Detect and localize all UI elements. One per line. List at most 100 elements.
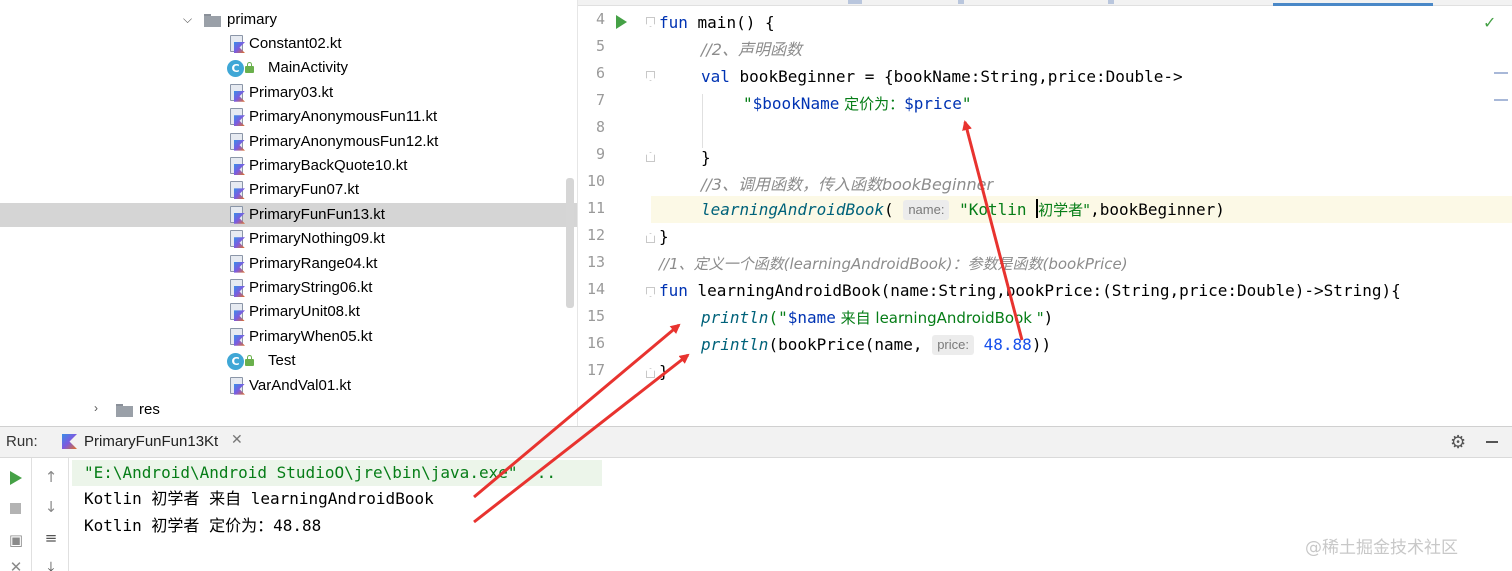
code-line-7[interactable]: "$bookName 定价为：$price" — [743, 90, 972, 117]
editor-gutter[interactable]: 4 5 6 7 8 9 10 11 12 13 14 15 16 17 — [578, 6, 655, 426]
fold-icon[interactable] — [646, 71, 655, 81]
string-literal: " — [743, 94, 753, 113]
code-line-10[interactable]: //3、调用函数，传入函数bookBeginner — [701, 171, 993, 198]
line-number: 9 — [595, 145, 605, 163]
tree-item-primary[interactable]: ⌵ primary — [0, 8, 577, 32]
tree-scrollbar[interactable] — [566, 178, 574, 308]
kotlin-file-icon — [229, 327, 245, 346]
tree-item-file[interactable]: PrimaryUnit08.kt — [0, 300, 577, 324]
code-line-4[interactable]: fun main() { — [659, 9, 775, 36]
code-line-12[interactable]: } — [659, 223, 669, 250]
package-folder-icon — [204, 14, 221, 27]
code-text: bookBeginner = {bookName:String,price:Do… — [729, 67, 1183, 86]
code-line-9[interactable]: } — [701, 144, 711, 171]
tree-item-file[interactable]: PrimaryString06.kt — [0, 276, 577, 300]
line-number: 10 — [586, 172, 605, 190]
tree-item-file[interactable]: PrimaryFun07.kt — [0, 178, 577, 202]
line-number: 15 — [586, 307, 605, 325]
fold-icon[interactable] — [646, 17, 655, 27]
keyword: val — [701, 67, 730, 86]
code-line-5[interactable]: //2、声明函数 — [701, 36, 802, 63]
code-line-11[interactable]: learningAndroidBook( name: "Kotlin 初学者",… — [701, 196, 1225, 223]
tree-item-label: Constant02.kt — [249, 35, 342, 52]
run-triangle-icon[interactable] — [616, 15, 627, 29]
scrollbar-marker[interactable] — [1494, 72, 1508, 74]
tree-item-file[interactable]: PrimaryFunFun13.kt — [0, 202, 577, 227]
soft-wrap-icon[interactable]: ≡ — [39, 529, 63, 547]
tree-item-file[interactable]: PrimaryAnonymousFun11.kt — [0, 105, 577, 129]
console-line: Kotlin 初学者 来自 learningAndroidBook — [84, 489, 434, 508]
tree-item-file[interactable]: PrimaryWhen05.kt — [0, 325, 577, 349]
run-config-tab[interactable]: PrimaryFunFun13Kt ✕ — [54, 427, 254, 458]
code-line-6[interactable]: val bookBeginner = {bookName:String,pric… — [701, 63, 1183, 90]
tree-item-file[interactable]: PrimaryRange04.kt — [0, 252, 577, 276]
check-icon[interactable]: ✓ — [1483, 13, 1496, 32]
minimize-icon[interactable] — [1486, 441, 1498, 443]
kotlin-file-icon — [229, 279, 245, 297]
line-number: 16 — [586, 334, 605, 352]
lock-icon — [245, 62, 255, 74]
string-literal: 初学者" — [1038, 201, 1091, 219]
gear-icon[interactable]: ⚙ — [1450, 432, 1466, 453]
tree-item-file[interactable]: C MainActivity — [0, 56, 577, 80]
run-toolbar: ▣ ✕ — [0, 458, 32, 571]
code-text: (bookPrice(name, — [768, 335, 933, 354]
arrow-up-icon[interactable]: ↑ — [39, 468, 63, 486]
tree-item-label: PrimaryFunFun13.kt — [249, 205, 385, 223]
tree-item-label: Test — [268, 352, 296, 370]
code-text: ( — [884, 200, 894, 219]
fold-icon[interactable] — [646, 233, 655, 243]
tree-item-label: PrimaryAnonymousFun11.kt — [249, 108, 438, 126]
code-editor[interactable]: 4 5 6 7 8 9 10 11 12 13 14 15 16 17 fun main() { //2、… — [577, 0, 1512, 426]
string-literal: 定价为： — [839, 95, 905, 113]
console-line: "E:\Android\Android StudioO\jre\bin\java… — [84, 460, 556, 486]
code-line-14[interactable]: fun learningAndroidBook(name:String,book… — [659, 277, 1401, 304]
code-line-13[interactable]: //1、定义一个函数(learningAndroidBook)：参数是函数(bo… — [659, 250, 1128, 277]
tree-item-res[interactable]: › res — [0, 398, 577, 422]
chevron-down-icon[interactable]: ⌵ — [183, 13, 193, 25]
line-number: 8 — [595, 118, 605, 136]
line-number: 6 — [595, 64, 605, 82]
scrollbar-marker[interactable] — [1494, 99, 1508, 101]
tree-item-file[interactable]: Primary03.kt — [0, 81, 577, 105]
watermark: @稀土掘金技术社区 — [1305, 538, 1458, 558]
tree-item-label: primary — [227, 11, 278, 28]
keyword: fun — [659, 13, 688, 32]
line-number: 12 — [586, 226, 605, 244]
function-call: learningAndroidBook — [701, 200, 885, 219]
close-icon[interactable]: ✕ — [231, 432, 243, 448]
stop-icon[interactable] — [10, 503, 21, 514]
code-text: } — [701, 148, 711, 167]
parameter-hint: name: — [903, 200, 950, 220]
tree-item-label: PrimaryUnit08.kt — [249, 303, 360, 321]
kotlin-file-icon — [229, 230, 245, 249]
parameter-hint: price: — [932, 335, 974, 355]
kotlin-file-icon — [229, 108, 245, 127]
fold-icon[interactable] — [646, 287, 655, 297]
tree-item-file[interactable]: VarAndVal01.kt — [0, 374, 577, 398]
arrow-down-icon[interactable]: ↓ — [39, 498, 63, 516]
rerun-icon[interactable] — [10, 471, 22, 485]
scroll-end-icon[interactable]: ⤓ — [39, 558, 63, 571]
tree-item-file[interactable]: C Test — [0, 349, 577, 373]
code-line-16[interactable]: println(bookPrice(name, price: 48.88)) — [701, 331, 1051, 358]
line-number: 5 — [595, 37, 605, 55]
chevron-right-icon[interactable]: › — [94, 402, 104, 414]
camera-icon[interactable]: ▣ — [4, 531, 28, 549]
fold-icon[interactable] — [646, 368, 655, 378]
code-line-15[interactable]: println("$name 来自 learningAndroidBook ") — [701, 304, 1053, 331]
kotlin-file-icon — [229, 157, 245, 175]
tree-item-file[interactable]: Constant02.kt — [0, 32, 577, 56]
kotlin-file-icon — [229, 303, 245, 322]
pin-icon[interactable]: ✕ — [4, 558, 28, 571]
code-text: ) — [1043, 308, 1054, 327]
comment: //3、调用函数，传入函数bookBeginner — [701, 175, 994, 194]
code-line-17[interactable]: } — [659, 358, 669, 385]
kotlin-class-icon: C — [227, 353, 244, 371]
fold-icon[interactable] — [646, 152, 655, 162]
kotlin-file-icon — [229, 205, 245, 224]
line-number: 14 — [586, 280, 605, 298]
tree-item-file[interactable]: PrimaryNothing09.kt — [0, 227, 577, 251]
tree-item-file[interactable]: PrimaryAnonymousFun12.kt — [0, 130, 577, 154]
tree-item-file[interactable]: PrimaryBackQuote10.kt — [0, 154, 577, 178]
